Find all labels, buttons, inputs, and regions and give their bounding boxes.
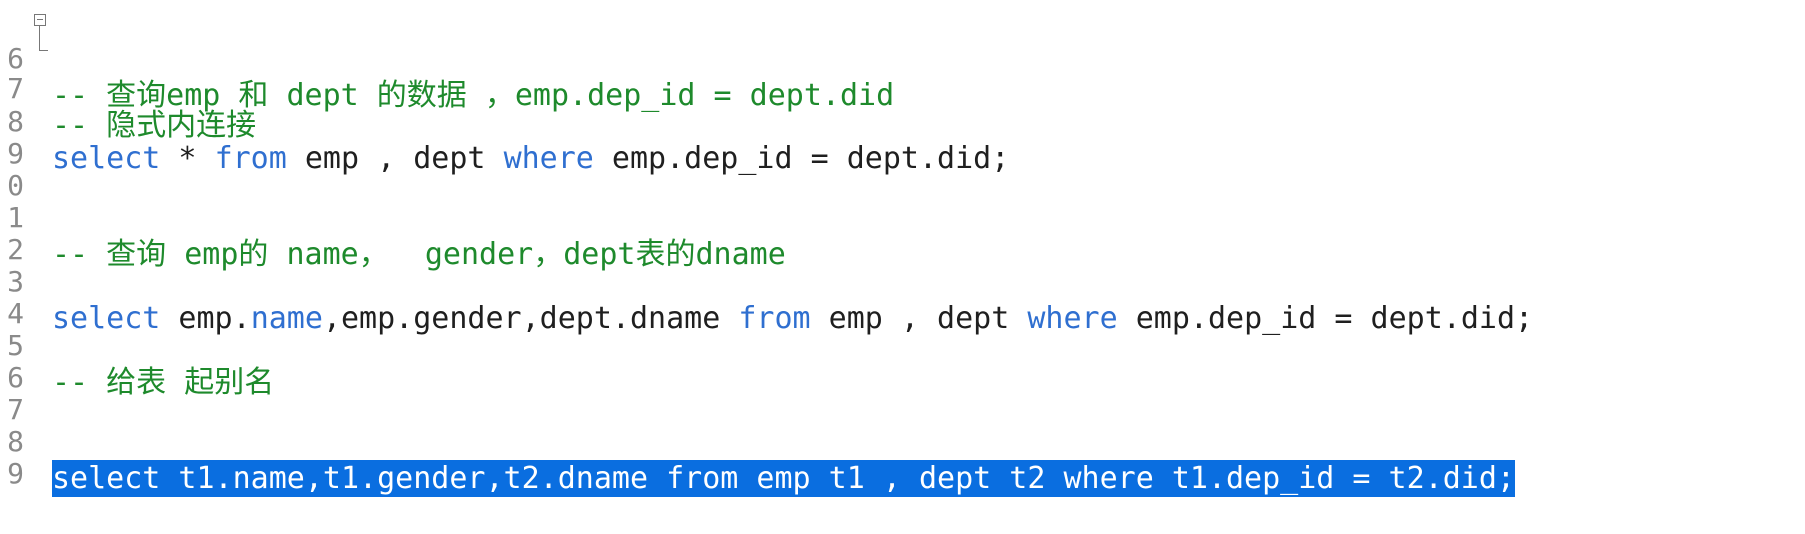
fold-toggle-icon[interactable] bbox=[34, 14, 46, 26]
selected-sql-statement[interactable]: select t1.name,t1.gender,t2.dname from e… bbox=[52, 460, 1515, 497]
code-editor[interactable]: 6 -- 查询emp 和 dept 的数据 ，emp.dep_id = dept… bbox=[0, 0, 1805, 503]
code-line[interactable]: 7 -- 隐式内连接 bbox=[0, 33, 1805, 143]
line-number: 9 bbox=[7, 457, 24, 490]
code-line[interactable]: 9 bbox=[0, 418, 1805, 490]
